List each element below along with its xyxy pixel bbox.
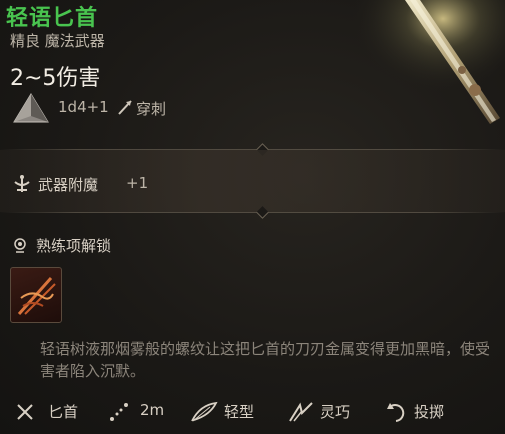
finesse-icon bbox=[289, 402, 313, 422]
proficiency-label: 熟练项解锁 bbox=[36, 237, 112, 255]
property-finesse: 灵巧 bbox=[320, 403, 351, 421]
thrown-icon bbox=[387, 403, 405, 422]
property-range: 2m bbox=[140, 401, 165, 419]
d4-die-icon bbox=[13, 93, 49, 123]
item-rarity-type: 精良 魔法武器 bbox=[10, 32, 105, 50]
range-icon bbox=[110, 403, 128, 421]
damage-range: 2~5伤害 bbox=[10, 66, 101, 91]
property-dagger: 匕首 bbox=[48, 403, 79, 421]
section-divider bbox=[0, 212, 505, 213]
dagger-icon bbox=[17, 404, 33, 420]
weapon-artwork bbox=[350, 0, 505, 125]
enchant-value: +1 bbox=[126, 174, 149, 192]
damage-dice: 1d4+1 bbox=[58, 98, 109, 116]
enchant-icon bbox=[14, 175, 30, 192]
property-light: 轻型 bbox=[224, 403, 255, 421]
damage-type: 穿刺 bbox=[136, 100, 167, 118]
pierce-icon bbox=[118, 100, 132, 115]
proficiency-icon bbox=[14, 238, 26, 253]
enchant-label: 武器附魔 bbox=[38, 176, 99, 194]
item-description: 轻语树液那烟雾般的螺纹让这把匕首的刀刃金属变得更加黑暗，使受害者陷入沉默。 bbox=[40, 340, 491, 380]
rend-action-icon[interactable] bbox=[10, 267, 62, 323]
item-name: 轻语匕首 bbox=[6, 6, 99, 31]
property-thrown: 投掷 bbox=[414, 403, 445, 421]
feather-icon bbox=[191, 401, 218, 422]
